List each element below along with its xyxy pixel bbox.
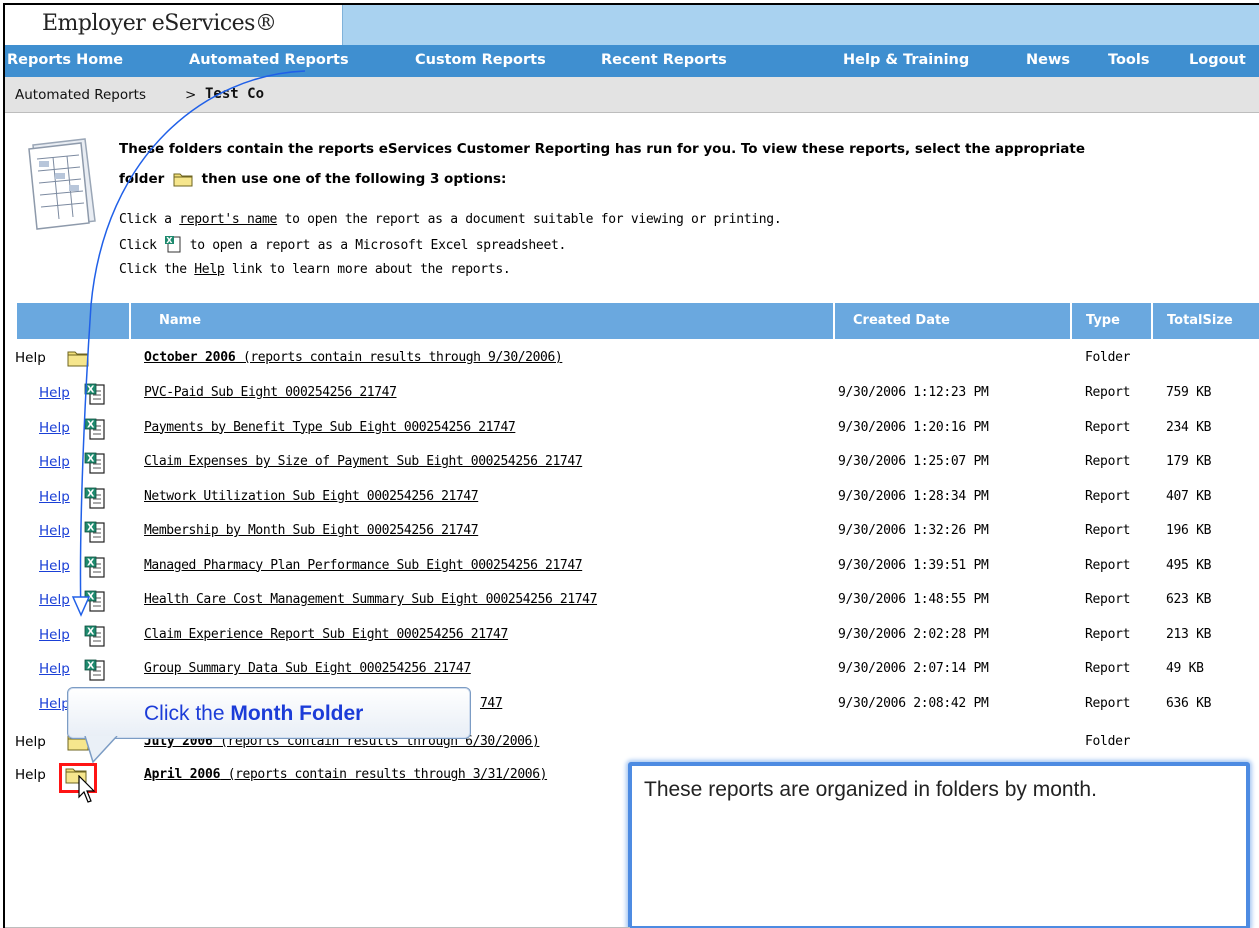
callout-month-text: Click the Month Folder bbox=[144, 702, 363, 726]
info-callout-text: These reports are organized in folders b… bbox=[644, 778, 1097, 801]
tutorial-callout-month: Click the Month Folder bbox=[67, 687, 471, 739]
callout-month-bold: Month Folder bbox=[230, 702, 364, 725]
callout-pointer bbox=[84, 736, 118, 764]
callout-month-pre: Click the bbox=[144, 702, 231, 725]
browser-content: Employer eServices® Reports Home Automat… bbox=[3, 3, 1259, 928]
info-callout: These reports are organized in folders b… bbox=[628, 762, 1250, 928]
